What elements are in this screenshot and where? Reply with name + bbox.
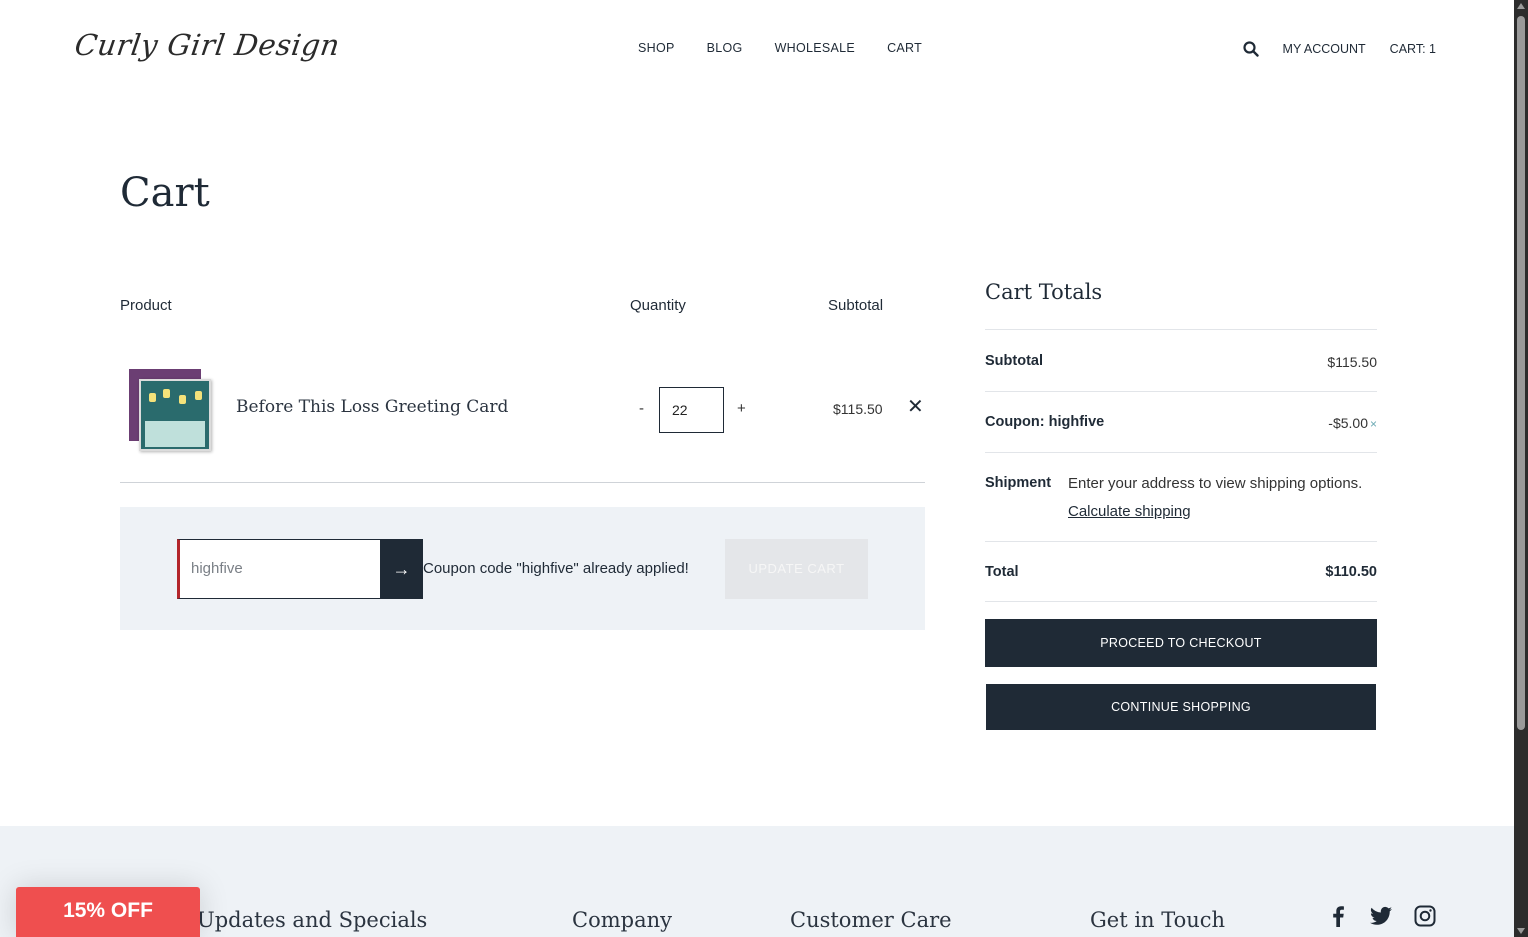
totals-divider	[985, 391, 1377, 392]
page-scrollbar[interactable]	[1514, 0, 1528, 937]
product-thumbnail[interactable]	[127, 367, 213, 453]
quantity-increase-button[interactable]: +	[737, 400, 746, 417]
calculate-shipping-link[interactable]: Calculate shipping	[1068, 503, 1191, 520]
row-divider	[120, 482, 925, 483]
cart-totals-title: Cart Totals	[985, 280, 1103, 304]
proceed-to-checkout-button[interactable]: PROCEED TO CHECKOUT	[985, 619, 1377, 667]
continue-shopping-button[interactable]: CONTINUE SHOPPING	[986, 684, 1376, 730]
twitter-icon[interactable]	[1370, 906, 1392, 926]
apply-coupon-button[interactable]: →	[380, 539, 423, 599]
footer-heading-company: Company	[572, 908, 672, 932]
coupon-label: Coupon: highfive	[985, 414, 1105, 430]
column-header-product: Product	[120, 297, 172, 314]
update-cart-button[interactable]: UPDATE CART	[725, 539, 868, 599]
total-value: $110.50	[1325, 564, 1377, 580]
footer-heading-updates: Updates and Specials	[197, 908, 428, 932]
line-subtotal: $115.50	[833, 401, 883, 417]
site-logo[interactable]: Curly Girl Design	[73, 28, 342, 62]
header-cart-link[interactable]: CART: 1	[1390, 42, 1436, 56]
instagram-icon[interactable]	[1414, 905, 1436, 927]
shipment-label: Shipment	[985, 475, 1052, 491]
footer-heading-customer-care: Customer Care	[790, 908, 952, 932]
site-header: Curly Girl Design SHOP BLOG WHOLESALE CA…	[0, 0, 1514, 100]
search-icon[interactable]	[1242, 41, 1259, 57]
coupon-discount-value: -$5.00	[1328, 415, 1368, 431]
column-header-subtotal: Subtotal	[828, 297, 884, 314]
page-title: Cart	[120, 170, 210, 216]
subtotal-value: $115.50	[1327, 354, 1377, 370]
nav-item-shop[interactable]: SHOP	[638, 41, 675, 55]
coupon-message: Coupon code "highfive" already applied!	[423, 560, 689, 577]
remove-coupon-icon[interactable]: ×	[1370, 417, 1377, 431]
main-nav: SHOP BLOG WHOLESALE CART	[638, 41, 922, 55]
discount-promo-tab[interactable]: 15% OFF	[16, 887, 200, 937]
coupon-code-input[interactable]: highfive	[177, 539, 381, 599]
scroll-down-arrow-icon[interactable]	[1517, 928, 1525, 934]
header-actions: MY ACCOUNT CART: 1	[1242, 41, 1436, 57]
totals-divider	[985, 329, 1377, 330]
quantity-input[interactable]: 22	[659, 387, 724, 433]
product-name-link[interactable]: Before This Loss Greeting Card	[236, 397, 508, 417]
totals-divider	[985, 541, 1377, 542]
site-footer: Updates and Specials Company Customer Ca…	[0, 826, 1514, 937]
remove-item-icon[interactable]: ✕	[907, 397, 924, 417]
coupon-discount: -$5.00 ×	[1328, 415, 1377, 431]
nav-item-cart[interactable]: CART	[887, 41, 922, 55]
nav-item-wholesale[interactable]: WHOLESALE	[775, 41, 856, 55]
footer-heading-get-in-touch: Get in Touch	[1090, 908, 1226, 932]
totals-divider	[985, 452, 1377, 453]
subtotal-label: Subtotal	[985, 353, 1043, 369]
scrollbar-thumb[interactable]	[1517, 16, 1525, 730]
my-account-link[interactable]: MY ACCOUNT	[1283, 42, 1366, 56]
totals-divider	[985, 601, 1377, 602]
scroll-up-arrow-icon[interactable]	[1517, 3, 1525, 9]
shipment-text: Enter your address to view shipping opti…	[1068, 475, 1363, 492]
facebook-icon[interactable]	[1328, 905, 1348, 927]
coupon-panel: highfive → Coupon code "highfive" alread…	[120, 507, 925, 630]
total-label: Total	[985, 564, 1019, 580]
social-links	[1328, 905, 1436, 927]
quantity-decrease-button[interactable]: -	[639, 400, 644, 417]
column-header-quantity: Quantity	[630, 297, 686, 314]
nav-item-blog[interactable]: BLOG	[707, 41, 743, 55]
